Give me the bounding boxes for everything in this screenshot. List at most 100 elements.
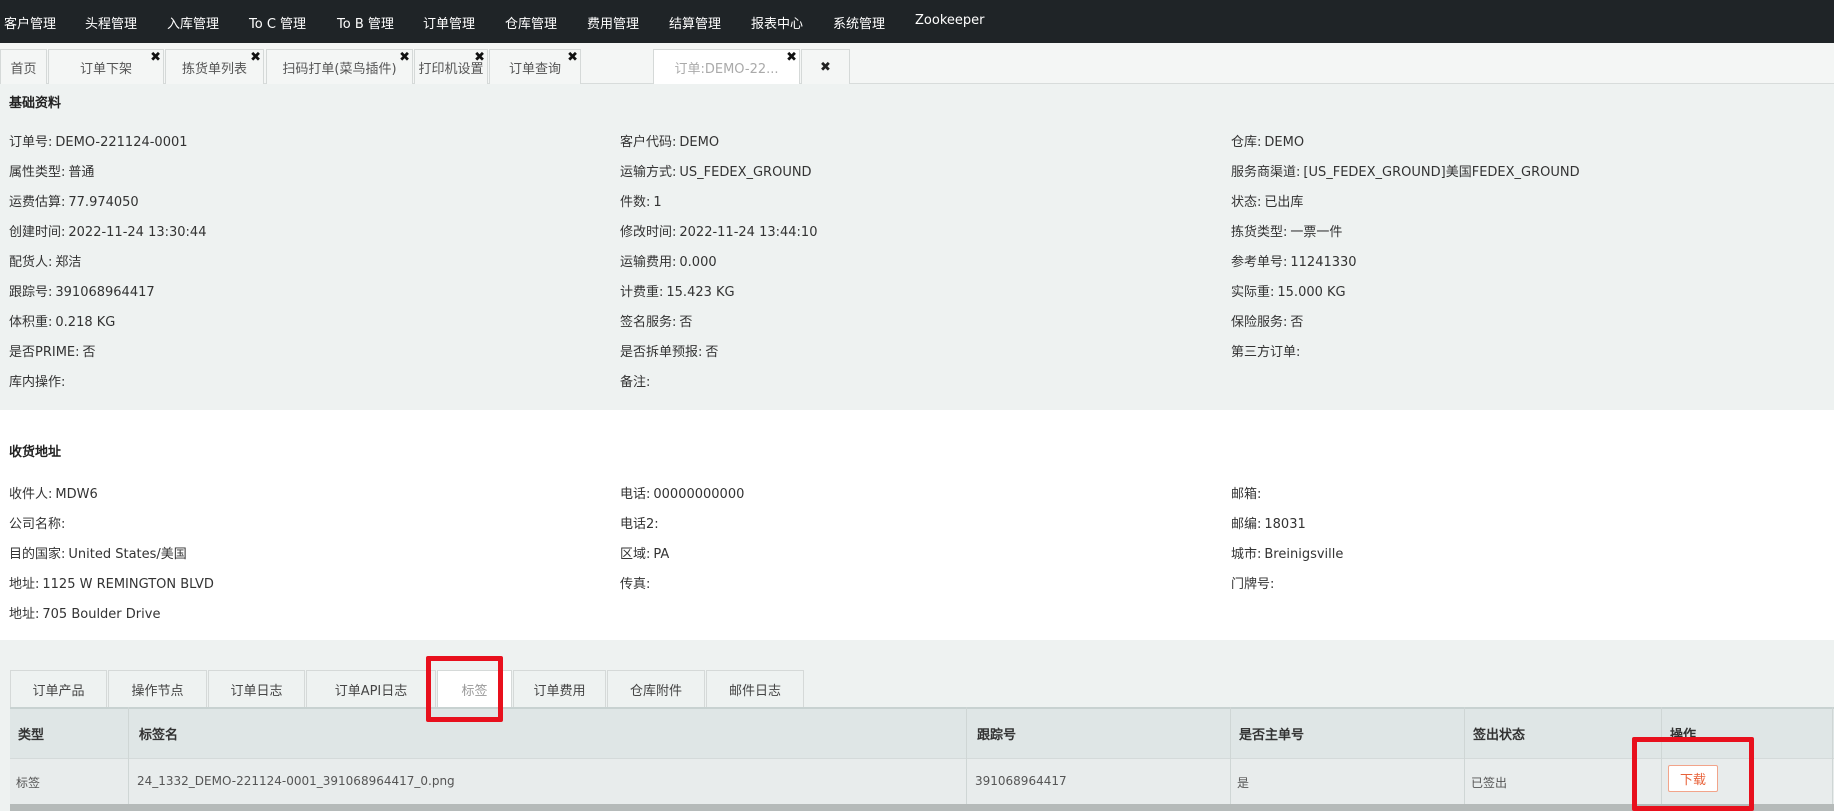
column-divider — [1464, 707, 1465, 804]
basic-field: 库内操作: — [9, 371, 68, 390]
tab-0[interactable]: 首页 — [0, 49, 47, 84]
address-field: 目的国家: United States/美国 — [9, 543, 187, 562]
field-key: 客户代码: — [620, 135, 677, 150]
nav-item-11[interactable]: Zookeeper — [915, 13, 984, 28]
detail-tab-7[interactable]: 邮件日志 — [706, 670, 804, 707]
top-nav: 客户管理 头程管理 入库管理 To C 管理 To B 管理 订单管理 仓库管理 费用管理 结算… — [0, 0, 1834, 43]
basic-field: 创建时间: 2022-11-24 13:30:44 — [9, 221, 206, 240]
field-value: 1125 W REMINGTON BLVD — [42, 577, 214, 592]
field-key: 计费重: — [620, 285, 664, 300]
field-value: 2022-11-24 13:44:10 — [679, 225, 818, 240]
field-key: 运输方式: — [620, 165, 677, 180]
field-key: 地址: — [9, 577, 40, 592]
basic-field: 签名服务: 否 — [620, 311, 692, 330]
address-field: 地址: 1125 W REMINGTON BLVD — [9, 573, 214, 592]
basic-field: 运输方式: US_FEDEX_GROUND — [620, 161, 812, 180]
basic-field: 拣货类型: 一票一件 — [1231, 221, 1342, 240]
address-field: 区域: PA — [620, 543, 669, 562]
field-key: 体积重: — [9, 315, 53, 330]
tab-7[interactable]: ✖ — [801, 49, 850, 84]
address-field: 公司名称: — [9, 513, 68, 532]
detail-tab-3[interactable]: 订单API日志 — [306, 670, 436, 707]
field-key: 邮箱: — [1231, 487, 1262, 502]
field-key: 是否PRIME: — [9, 345, 80, 360]
field-key: 订单号: — [9, 135, 53, 150]
table-cell: 已签出 — [1471, 776, 1508, 790]
basic-info-section: 基础资料 订单号: DEMO-221124-0001 客户代码: DEMO 仓库: DEM… — [0, 84, 1834, 410]
nav-item-5[interactable]: 订单管理 — [423, 13, 475, 32]
field-key: 地址: — [9, 607, 40, 622]
basic-field: 配货人: 郑洁 — [9, 251, 81, 270]
tab-3[interactable]: 扫码打单(菜鸟插件) ✖ — [266, 49, 413, 84]
nav-item-1[interactable]: 头程管理 — [85, 13, 137, 32]
address-field: 电话2: — [620, 513, 662, 532]
field-key: 实际重: — [1231, 285, 1275, 300]
detail-tab-0[interactable]: 订单产品 — [10, 670, 107, 707]
field-key: 跟踪号: — [9, 285, 53, 300]
nav-item-4[interactable]: To B 管理 — [337, 13, 394, 32]
label-table: 类型 标签名 跟踪号 是否主单号 签出状态 操作 标签 24_1332_DEMO-22112… — [10, 707, 1834, 811]
highlight-box-label-tab — [426, 656, 503, 722]
field-value: 已出库 — [1264, 195, 1304, 210]
address-field: 邮编: 18031 — [1231, 513, 1306, 532]
basic-field: 是否PRIME: 否 — [9, 341, 96, 360]
detail-tab-5[interactable]: 订单费用 — [513, 670, 606, 707]
basic-field: 仓库: DEMO — [1231, 131, 1304, 150]
basic-field: 保险服务: 否 — [1231, 311, 1303, 330]
field-key: 公司名称: — [9, 517, 66, 532]
field-value: US_FEDEX_GROUND — [679, 165, 812, 180]
field-value: 否 — [705, 345, 719, 360]
table-cell: 24_1332_DEMO-221124-0001_391068964417_0.… — [137, 774, 455, 788]
field-value: 普通 — [68, 165, 95, 180]
close-icon[interactable]: ✖ — [567, 51, 578, 64]
nav-item-3[interactable]: To C 管理 — [249, 13, 306, 32]
detail-tab-2[interactable]: 订单日志 — [208, 670, 305, 707]
horizontal-scrollbar[interactable] — [10, 804, 1834, 811]
field-value: 0.218 KG — [55, 315, 116, 330]
field-value: 郑洁 — [55, 255, 82, 270]
address-field: 电话: 00000000000 — [620, 483, 744, 502]
basic-field: 参考单号: 11241330 — [1231, 251, 1357, 270]
field-value: 2022-11-24 13:30:44 — [68, 225, 207, 240]
nav-item-6[interactable]: 仓库管理 — [505, 13, 557, 32]
nav-item-2[interactable]: 入库管理 — [167, 13, 219, 32]
nav-item-0[interactable]: 客户管理 — [4, 13, 56, 32]
close-icon[interactable]: ✖ — [786, 51, 797, 64]
tab-5[interactable]: 订单查询 ✖ — [489, 49, 581, 84]
section-title-address: 收货地址 — [9, 445, 62, 460]
field-key: 门牌号: — [1231, 577, 1275, 592]
close-icon[interactable]: ✖ — [250, 51, 261, 64]
section-title-basic: 基础资料 — [9, 96, 62, 111]
nav-item-8[interactable]: 结算管理 — [669, 13, 721, 32]
column-header: 跟踪号 — [977, 728, 1017, 743]
basic-field: 备注: — [620, 371, 653, 390]
basic-field: 是否拆单预报: 否 — [620, 341, 718, 360]
field-key: 电话: — [620, 487, 651, 502]
field-key: 电话2: — [620, 517, 659, 532]
nav-item-7[interactable]: 费用管理 — [587, 13, 639, 32]
field-value: DEMO-221124-0001 — [55, 135, 188, 150]
nav-item-9[interactable]: 报表中心 — [751, 13, 803, 32]
field-value: MDW6 — [55, 487, 98, 502]
close-icon[interactable]: ✖ — [150, 51, 161, 64]
field-value: [US_FEDEX_GROUND]美国FEDEX_GROUND — [1303, 165, 1580, 180]
tab-4[interactable]: 打印机设置 ✖ — [414, 49, 488, 84]
tab-1[interactable]: 订单下架 ✖ — [48, 49, 164, 84]
tab-label: 扫码打单(菜鸟插件) — [282, 61, 397, 77]
close-icon[interactable]: ✖ — [399, 51, 410, 64]
close-icon[interactable]: ✖ — [474, 51, 485, 64]
table-row: 标签 24_1332_DEMO-221124-0001_391068964417_… — [10, 758, 1834, 804]
nav-item-10[interactable]: 系统管理 — [833, 13, 885, 32]
detail-tab-6[interactable]: 仓库附件 — [607, 670, 705, 707]
field-key: 邮编: — [1231, 517, 1262, 532]
field-key: 库内操作: — [9, 375, 66, 390]
tab-bar: 首页 订单下架 ✖ 拣货单列表 ✖ 扫码打单(菜鸟插件) ✖ 打印机设置 ✖ 订单查询 ✖ 订单:DE… — [0, 43, 1834, 84]
tab-2[interactable]: 拣货单列表 ✖ — [165, 49, 264, 84]
tab-6[interactable]: 订单:DEMO-22... ✖ — [653, 49, 800, 84]
field-key: 服务商渠道: — [1231, 165, 1301, 180]
table-cell: 标签 — [16, 776, 41, 790]
basic-field: 运输费用: 0.000 — [620, 251, 717, 270]
field-key: 传真: — [620, 577, 651, 592]
detail-tab-1[interactable]: 操作节点 — [108, 670, 207, 707]
basic-field: 计费重: 15.423 KG — [620, 281, 735, 300]
